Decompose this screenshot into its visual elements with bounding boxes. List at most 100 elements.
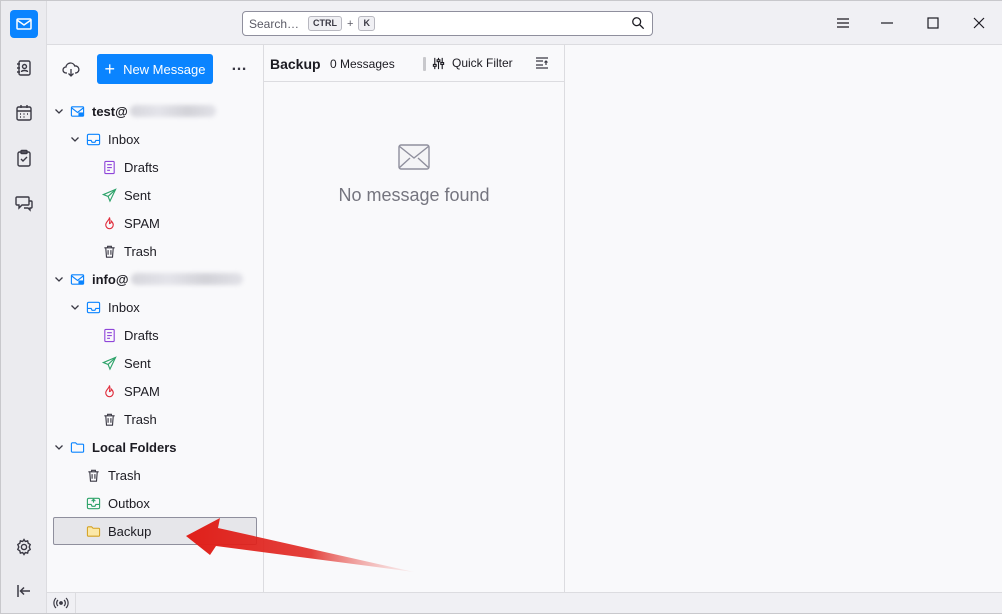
- plus-icon: +: [104, 59, 116, 79]
- folder-row-inbox[interactable]: Inbox: [53, 125, 257, 153]
- account-row-test[interactable]: test@: [53, 97, 257, 125]
- account-name: test@: [92, 103, 128, 119]
- sent-icon: [101, 355, 117, 371]
- folder-row-outbox[interactable]: Outbox: [53, 489, 257, 517]
- chevron-down-icon[interactable]: [69, 301, 81, 313]
- mail-icon: [16, 18, 32, 30]
- shortcut-key-k: K: [358, 16, 375, 31]
- tasks-icon: [17, 149, 31, 167]
- display-options-icon[interactable]: [535, 56, 549, 70]
- status-bar: [47, 592, 1002, 613]
- folder-row-trash[interactable]: Trash: [53, 237, 257, 265]
- search-placeholder: Search…: [249, 16, 300, 31]
- new-message-button[interactable]: + New Message: [97, 54, 213, 84]
- folder-label: Trash: [124, 243, 157, 259]
- shortcut-key-ctrl: CTRL: [308, 16, 343, 31]
- quick-filter-button[interactable]: Quick Filter: [432, 56, 513, 70]
- app-menu-button[interactable]: [829, 9, 857, 37]
- folder-row-drafts[interactable]: Drafts: [53, 321, 257, 349]
- folder-row-drafts[interactable]: Drafts: [53, 153, 257, 181]
- address-book-button[interactable]: [10, 54, 38, 82]
- calendar-icon: [16, 105, 32, 121]
- account-row-info[interactable]: info@: [53, 265, 257, 293]
- folder-label: Trash: [124, 411, 157, 427]
- message-pane: [565, 45, 1002, 592]
- new-message-label: New Message: [123, 61, 206, 77]
- chevron-down-icon[interactable]: [53, 441, 65, 453]
- app-window: Search… CTRL + K + New Message … test@ I…: [0, 0, 1002, 614]
- folder-label: Backup: [108, 523, 152, 539]
- chat-icon: [15, 196, 33, 212]
- folder-pane: + New Message … test@ Inbox Drafts Sent …: [47, 45, 264, 592]
- thread-pane-folder-name: Backup: [270, 56, 321, 72]
- filter-sliders-icon: [432, 57, 445, 69]
- chevron-down-icon[interactable]: [53, 273, 65, 285]
- folder-pane-header: + New Message …: [47, 45, 263, 95]
- search-icon[interactable]: [631, 16, 645, 30]
- status-bar-divider: [75, 593, 76, 613]
- folder-row-spam[interactable]: SPAM: [53, 209, 257, 237]
- folder-row-local-trash[interactable]: Trash: [53, 461, 257, 489]
- search-input[interactable]: Search… CTRL + K: [242, 11, 653, 36]
- cloud-download-icon: [62, 62, 80, 77]
- tasks-button[interactable]: [10, 144, 38, 172]
- outbox-icon: [85, 495, 101, 511]
- header-divider: [423, 57, 426, 71]
- folder-pane-options-button[interactable]: …: [227, 57, 251, 81]
- get-messages-button[interactable]: [59, 59, 83, 81]
- folder-label: Outbox: [108, 495, 150, 511]
- close-button[interactable]: [965, 9, 993, 37]
- calendar-button[interactable]: [10, 99, 38, 127]
- folder-row-sent[interactable]: Sent: [53, 349, 257, 377]
- gear-icon: [16, 538, 32, 556]
- folder-label: Sent: [124, 187, 151, 203]
- local-folders-row[interactable]: Local Folders: [53, 433, 257, 461]
- chevron-down-icon[interactable]: [69, 133, 81, 145]
- thread-pane: Backup 0 Messages Quick Filter No messag…: [264, 45, 565, 592]
- hamburger-menu-icon: [837, 18, 849, 28]
- chat-button[interactable]: [10, 189, 38, 217]
- maximize-button[interactable]: [919, 9, 947, 37]
- folder-row-backup[interactable]: Backup: [53, 517, 257, 545]
- minimize-button[interactable]: [873, 9, 901, 37]
- drafts-icon: [101, 327, 117, 343]
- collapse-left-icon: [17, 585, 30, 597]
- folder-row-spam[interactable]: SPAM: [53, 377, 257, 405]
- redacted-email: [129, 105, 216, 117]
- local-folder-icon: [69, 439, 85, 455]
- folder-row-inbox[interactable]: Inbox: [53, 293, 257, 321]
- mail-account-icon: [69, 271, 85, 287]
- trash-icon: [101, 243, 117, 259]
- thread-pane-header: Backup 0 Messages Quick Filter: [264, 45, 564, 82]
- folder-row-trash[interactable]: Trash: [53, 405, 257, 433]
- sent-icon: [101, 187, 117, 203]
- folder-label: SPAM: [124, 215, 160, 231]
- chevron-down-icon[interactable]: [53, 105, 65, 117]
- quick-filter-label: Quick Filter: [452, 56, 513, 70]
- titlebar: Search… CTRL + K: [47, 1, 1002, 45]
- folder-label: Trash: [108, 467, 141, 483]
- trash-icon: [85, 467, 101, 483]
- account-name: info@: [92, 271, 129, 287]
- folder-icon: [85, 523, 101, 539]
- message-count: 0 Messages: [330, 57, 395, 71]
- mail-space-button[interactable]: [10, 10, 38, 38]
- collapse-toolbar-button[interactable]: [10, 577, 38, 605]
- folder-label: SPAM: [124, 383, 160, 399]
- spam-flame-icon: [101, 383, 117, 399]
- online-status-icon[interactable]: [53, 596, 69, 610]
- inbox-icon: [85, 299, 101, 315]
- folder-label: Drafts: [124, 327, 159, 343]
- close-icon: [973, 17, 985, 29]
- empty-mail-icon: [398, 144, 430, 170]
- inbox-icon: [85, 131, 101, 147]
- spaces-toolbar: [1, 1, 47, 613]
- folder-row-sent[interactable]: Sent: [53, 181, 257, 209]
- redacted-email: [130, 273, 243, 285]
- settings-button[interactable]: [10, 533, 38, 561]
- minimize-icon: [881, 22, 893, 24]
- spam-flame-icon: [101, 215, 117, 231]
- local-folders-label: Local Folders: [92, 439, 177, 455]
- shortcut-plus: +: [347, 17, 354, 30]
- folder-label: Sent: [124, 355, 151, 371]
